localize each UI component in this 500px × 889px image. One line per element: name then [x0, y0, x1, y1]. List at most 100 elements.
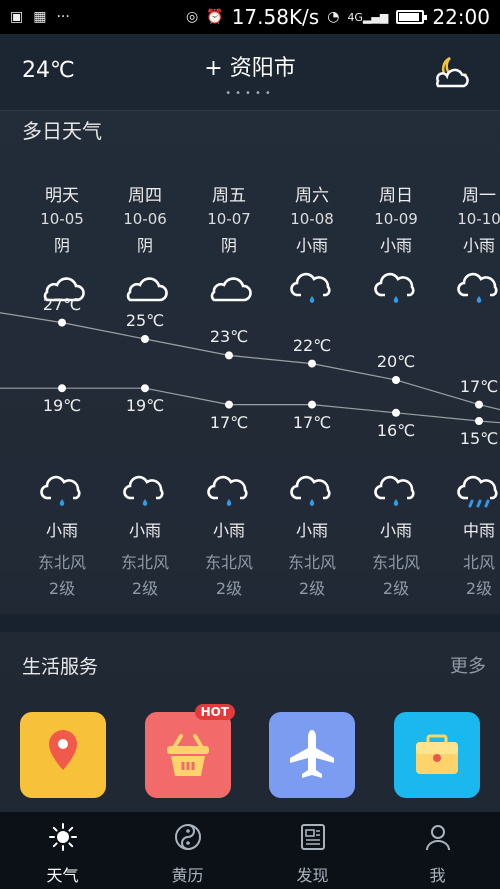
high-temp-point — [58, 318, 66, 327]
wind-level: 2级 — [382, 579, 410, 598]
low-temp-point — [308, 400, 316, 409]
page-indicator: ••••• — [225, 88, 275, 99]
low-temp-point — [58, 384, 66, 393]
forecast-night: 中雨北风 2级 — [437, 471, 500, 599]
wind-direction: 北风 — [462, 553, 495, 572]
network-speed: 17.58K/s — [231, 5, 320, 29]
heavy-rain-icon — [457, 475, 498, 508]
weekday: 周一 — [462, 186, 496, 206]
forecast-day[interactable]: 周一 10-10 小雨 — [437, 181, 500, 308]
low-temp-label: 17℃ — [209, 412, 249, 432]
image-icon: ▣ — [10, 9, 24, 25]
nav-label: 黄历 — [171, 866, 204, 885]
service-flight[interactable] — [269, 712, 355, 798]
high-temp-point — [475, 400, 483, 409]
weekday: 周六 — [295, 186, 329, 206]
alarm-icon: ⏰ — [206, 9, 224, 25]
low-temp-label: 19℃ — [42, 396, 82, 416]
service-briefcase[interactable] — [394, 712, 480, 798]
night-condition: 中雨 — [462, 521, 495, 540]
night-condition: 小雨 — [295, 521, 328, 540]
wind-level: 2级 — [215, 579, 243, 598]
bottom-navigation: 天气 黄历 发现 我 — [0, 812, 500, 889]
rain-icon — [207, 475, 248, 506]
night-condition: 小雨 — [379, 521, 412, 540]
date: 10-06 — [123, 210, 167, 228]
rain-icon — [374, 272, 415, 303]
forecast-night: 小雨 东北风 2级 — [187, 471, 271, 599]
wind-direction: 东北风 — [37, 553, 86, 572]
forecast-day[interactable]: 周六 10-08 小雨 — [270, 181, 354, 308]
weekday: 明天 — [45, 186, 79, 206]
high-temp-label: 22℃ — [292, 335, 332, 355]
forecast-night: 小雨 东北风 2级 — [103, 471, 187, 599]
multi-day-forecast[interactable]: 多日天气 明天 10-05 阴周四 10-06 阴周五 10-07 阴周六 10-08 小雨 周日… — [0, 110, 500, 614]
day-condition: 阴 — [136, 236, 153, 255]
user-icon — [425, 825, 450, 851]
low-temp-label: 16℃ — [376, 420, 416, 440]
rain-icon — [457, 272, 498, 303]
cloudy-night-icon — [436, 56, 469, 88]
nav-me[interactable]: 我 — [375, 812, 500, 889]
low-temp-point — [141, 384, 149, 393]
high-temp-label: 25℃ — [125, 311, 165, 330]
nav-discover[interactable]: 发现 — [250, 812, 375, 889]
nav-label: 我 — [429, 866, 446, 885]
clock: 22:00 — [432, 5, 490, 29]
day-condition: 小雨 — [379, 236, 412, 255]
rain-icon — [374, 475, 415, 506]
wind-direction: 东北风 — [371, 553, 420, 572]
date: 10-05 — [40, 210, 84, 228]
day-condition: 阴 — [53, 236, 70, 255]
forecast-night: 小雨 东北风 2级 — [270, 471, 354, 599]
date: 10-09 — [374, 210, 418, 228]
wind-level: 2级 — [465, 579, 493, 598]
day-condition: 阴 — [220, 236, 237, 255]
nav-almanac[interactable]: 黄历 — [125, 812, 250, 889]
low-temp-point — [392, 408, 400, 417]
high-temp-point — [225, 351, 233, 360]
weekday: 周四 — [128, 186, 162, 206]
wind-level: 2级 — [131, 579, 159, 598]
wind-direction: 东北风 — [204, 553, 253, 572]
rain-icon — [290, 272, 331, 303]
high-temp-point — [141, 335, 149, 343]
signal-icon: 4G▂▄▆ — [347, 10, 389, 24]
weekday: 周日 — [379, 186, 413, 206]
city-selector[interactable]: + 资阳市 — [0, 50, 500, 82]
service-shopping[interactable]: HOT — [145, 704, 235, 798]
high-temp-point — [308, 359, 316, 368]
high-temp-label: 20℃ — [376, 352, 416, 371]
basket-icon — [167, 734, 209, 776]
forecast-night: 小雨 东北风 2级 — [20, 471, 104, 599]
high-temp-label: 23℃ — [209, 327, 249, 347]
forecast-night: 小雨东北风 2级 — [354, 471, 438, 599]
forecast-day[interactable]: 周五 10-07 阴 — [187, 181, 271, 308]
sun-icon — [48, 823, 77, 851]
battery-icon — [396, 10, 428, 24]
nav-weather[interactable]: 天气 — [0, 812, 125, 889]
grid-icon: ▦ — [33, 9, 47, 25]
forecast-day[interactable]: 周日 10-09 小雨 — [354, 181, 438, 308]
nav-label: 发现 — [296, 866, 329, 885]
cloud-icon — [126, 277, 168, 302]
date: 10-10 — [457, 210, 500, 228]
weekday: 周五 — [212, 186, 246, 206]
rain-icon — [40, 475, 81, 506]
forecast-day[interactable]: 明天 10-05 阴 — [20, 181, 104, 308]
forecast-day[interactable]: 周四 10-06 阴 — [103, 181, 187, 308]
service-map[interactable] — [20, 712, 106, 798]
day-condition: 小雨 — [462, 236, 495, 255]
high-temp-label: 17℃ — [459, 376, 499, 396]
news-icon — [300, 824, 325, 850]
wind-direction: 东北风 — [120, 553, 169, 572]
hot-badge: HOT — [194, 704, 235, 720]
low-temp-label: 19℃ — [125, 396, 165, 416]
more-link[interactable]: 更多 — [450, 652, 486, 678]
wind-level: 2级 — [48, 579, 76, 598]
date: 10-07 — [207, 210, 251, 228]
nfc-icon: ◎ — [186, 9, 199, 25]
low-temp-label: 15℃ — [459, 429, 499, 448]
section-title: 多日天气 — [22, 119, 102, 143]
map-pin-icon — [49, 730, 77, 770]
